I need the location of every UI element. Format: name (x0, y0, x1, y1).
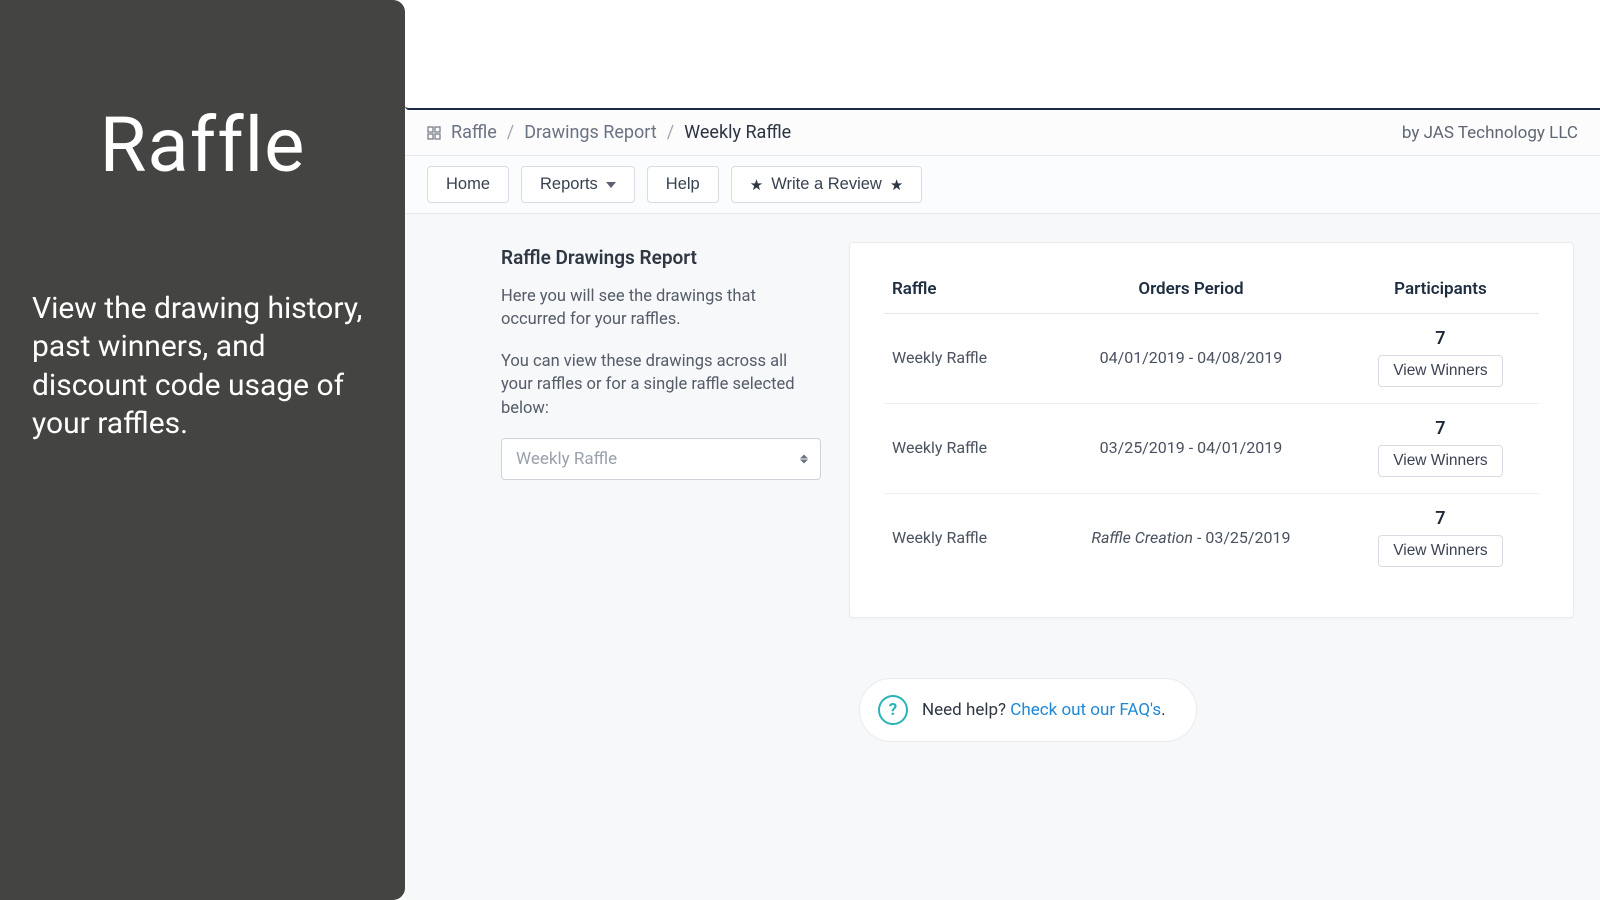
breadcrumb-mid[interactable]: Drawings Report (524, 122, 657, 143)
cell-raffle-name: Weekly Raffle (884, 314, 1040, 404)
apps-icon (427, 126, 441, 140)
breadcrumb-bar: Raffle / Drawings Report / Weekly Raffle… (405, 110, 1600, 156)
participant-count: 7 (1435, 418, 1445, 439)
star-icon: ★ (750, 176, 763, 194)
help-dot: . (1161, 700, 1165, 720)
breadcrumb-sep: / (667, 122, 674, 143)
drawings-card: Raffle Orders Period Participants Weekly… (849, 242, 1574, 618)
review-label: Write a Review (771, 175, 882, 194)
top-spacer (405, 0, 1600, 110)
reports-dropdown[interactable]: Reports (521, 166, 635, 203)
report-config-panel: Raffle Drawings Report Here you will see… (501, 242, 821, 480)
panel-text-2: You can view these drawings across all y… (501, 350, 821, 420)
help-button[interactable]: Help (647, 166, 719, 203)
star-icon: ★ (890, 176, 903, 194)
content-area: Raffle Drawings Report Here you will see… (405, 214, 1600, 900)
col-period: Orders Period (1040, 269, 1342, 314)
cell-raffle-name: Weekly Raffle (884, 404, 1040, 494)
panel-text-1: Here you will see the drawings that occu… (501, 285, 821, 332)
sidebar: Raffle View the drawing history, past wi… (0, 0, 405, 900)
breadcrumb: Raffle / Drawings Report / Weekly Raffle (427, 122, 791, 143)
sidebar-description: View the drawing history, past winners, … (32, 290, 373, 444)
cell-period: 03/25/2019 - 04/01/2019 (1040, 404, 1342, 494)
cell-participants: 7 View Winners (1342, 314, 1539, 404)
cell-period: 04/01/2019 - 04/08/2019 (1040, 314, 1342, 404)
view-winners-button[interactable]: View Winners (1378, 535, 1502, 567)
drawings-table: Raffle Orders Period Participants Weekly… (884, 269, 1539, 583)
help-text-wrap: Need help? Check out our FAQ's. (922, 700, 1166, 720)
raffle-select[interactable]: Weekly Raffle (501, 438, 821, 480)
col-raffle: Raffle (884, 269, 1040, 314)
reports-label: Reports (540, 175, 598, 194)
byline: by JAS Technology LLC (1402, 123, 1578, 143)
cell-participants: 7 View Winners (1342, 404, 1539, 494)
table-row: Weekly Raffle Raffle Creation - 03/25/20… (884, 494, 1539, 584)
panel-title: Raffle Drawings Report (501, 246, 821, 269)
participant-count: 7 (1435, 508, 1445, 529)
right-column: Raffle Orders Period Participants Weekly… (849, 242, 1574, 742)
cell-period: Raffle Creation - 03/25/2019 (1040, 494, 1342, 584)
raffle-select-value: Weekly Raffle (516, 449, 617, 469)
sidebar-title: Raffle (32, 100, 373, 190)
view-winners-button[interactable]: View Winners (1378, 355, 1502, 387)
cell-raffle-name: Weekly Raffle (884, 494, 1040, 584)
participant-count: 7 (1435, 328, 1445, 349)
home-label: Home (446, 175, 490, 194)
caret-down-icon (606, 182, 616, 188)
faq-link[interactable]: Check out our FAQ's (1010, 700, 1161, 720)
nav-bar: Home Reports Help ★ Write a Review ★ (405, 156, 1600, 214)
breadcrumb-root[interactable]: Raffle (451, 122, 497, 143)
help-text: Need help? (922, 700, 1010, 720)
breadcrumb-sep: / (507, 122, 514, 143)
help-pill: ? Need help? Check out our FAQ's. (859, 678, 1197, 742)
main-panel: Raffle / Drawings Report / Weekly Raffle… (405, 0, 1600, 900)
table-row: Weekly Raffle 04/01/2019 - 04/08/2019 7 … (884, 314, 1539, 404)
help-label: Help (666, 175, 700, 194)
col-participants: Participants (1342, 269, 1539, 314)
cell-participants: 7 View Winners (1342, 494, 1539, 584)
table-row: Weekly Raffle 03/25/2019 - 04/01/2019 7 … (884, 404, 1539, 494)
select-stepper-icon (800, 455, 808, 464)
write-review-button[interactable]: ★ Write a Review ★ (731, 166, 923, 203)
question-icon: ? (878, 695, 908, 725)
breadcrumb-current: Weekly Raffle (684, 122, 791, 143)
view-winners-button[interactable]: View Winners (1378, 445, 1502, 477)
home-button[interactable]: Home (427, 166, 509, 203)
